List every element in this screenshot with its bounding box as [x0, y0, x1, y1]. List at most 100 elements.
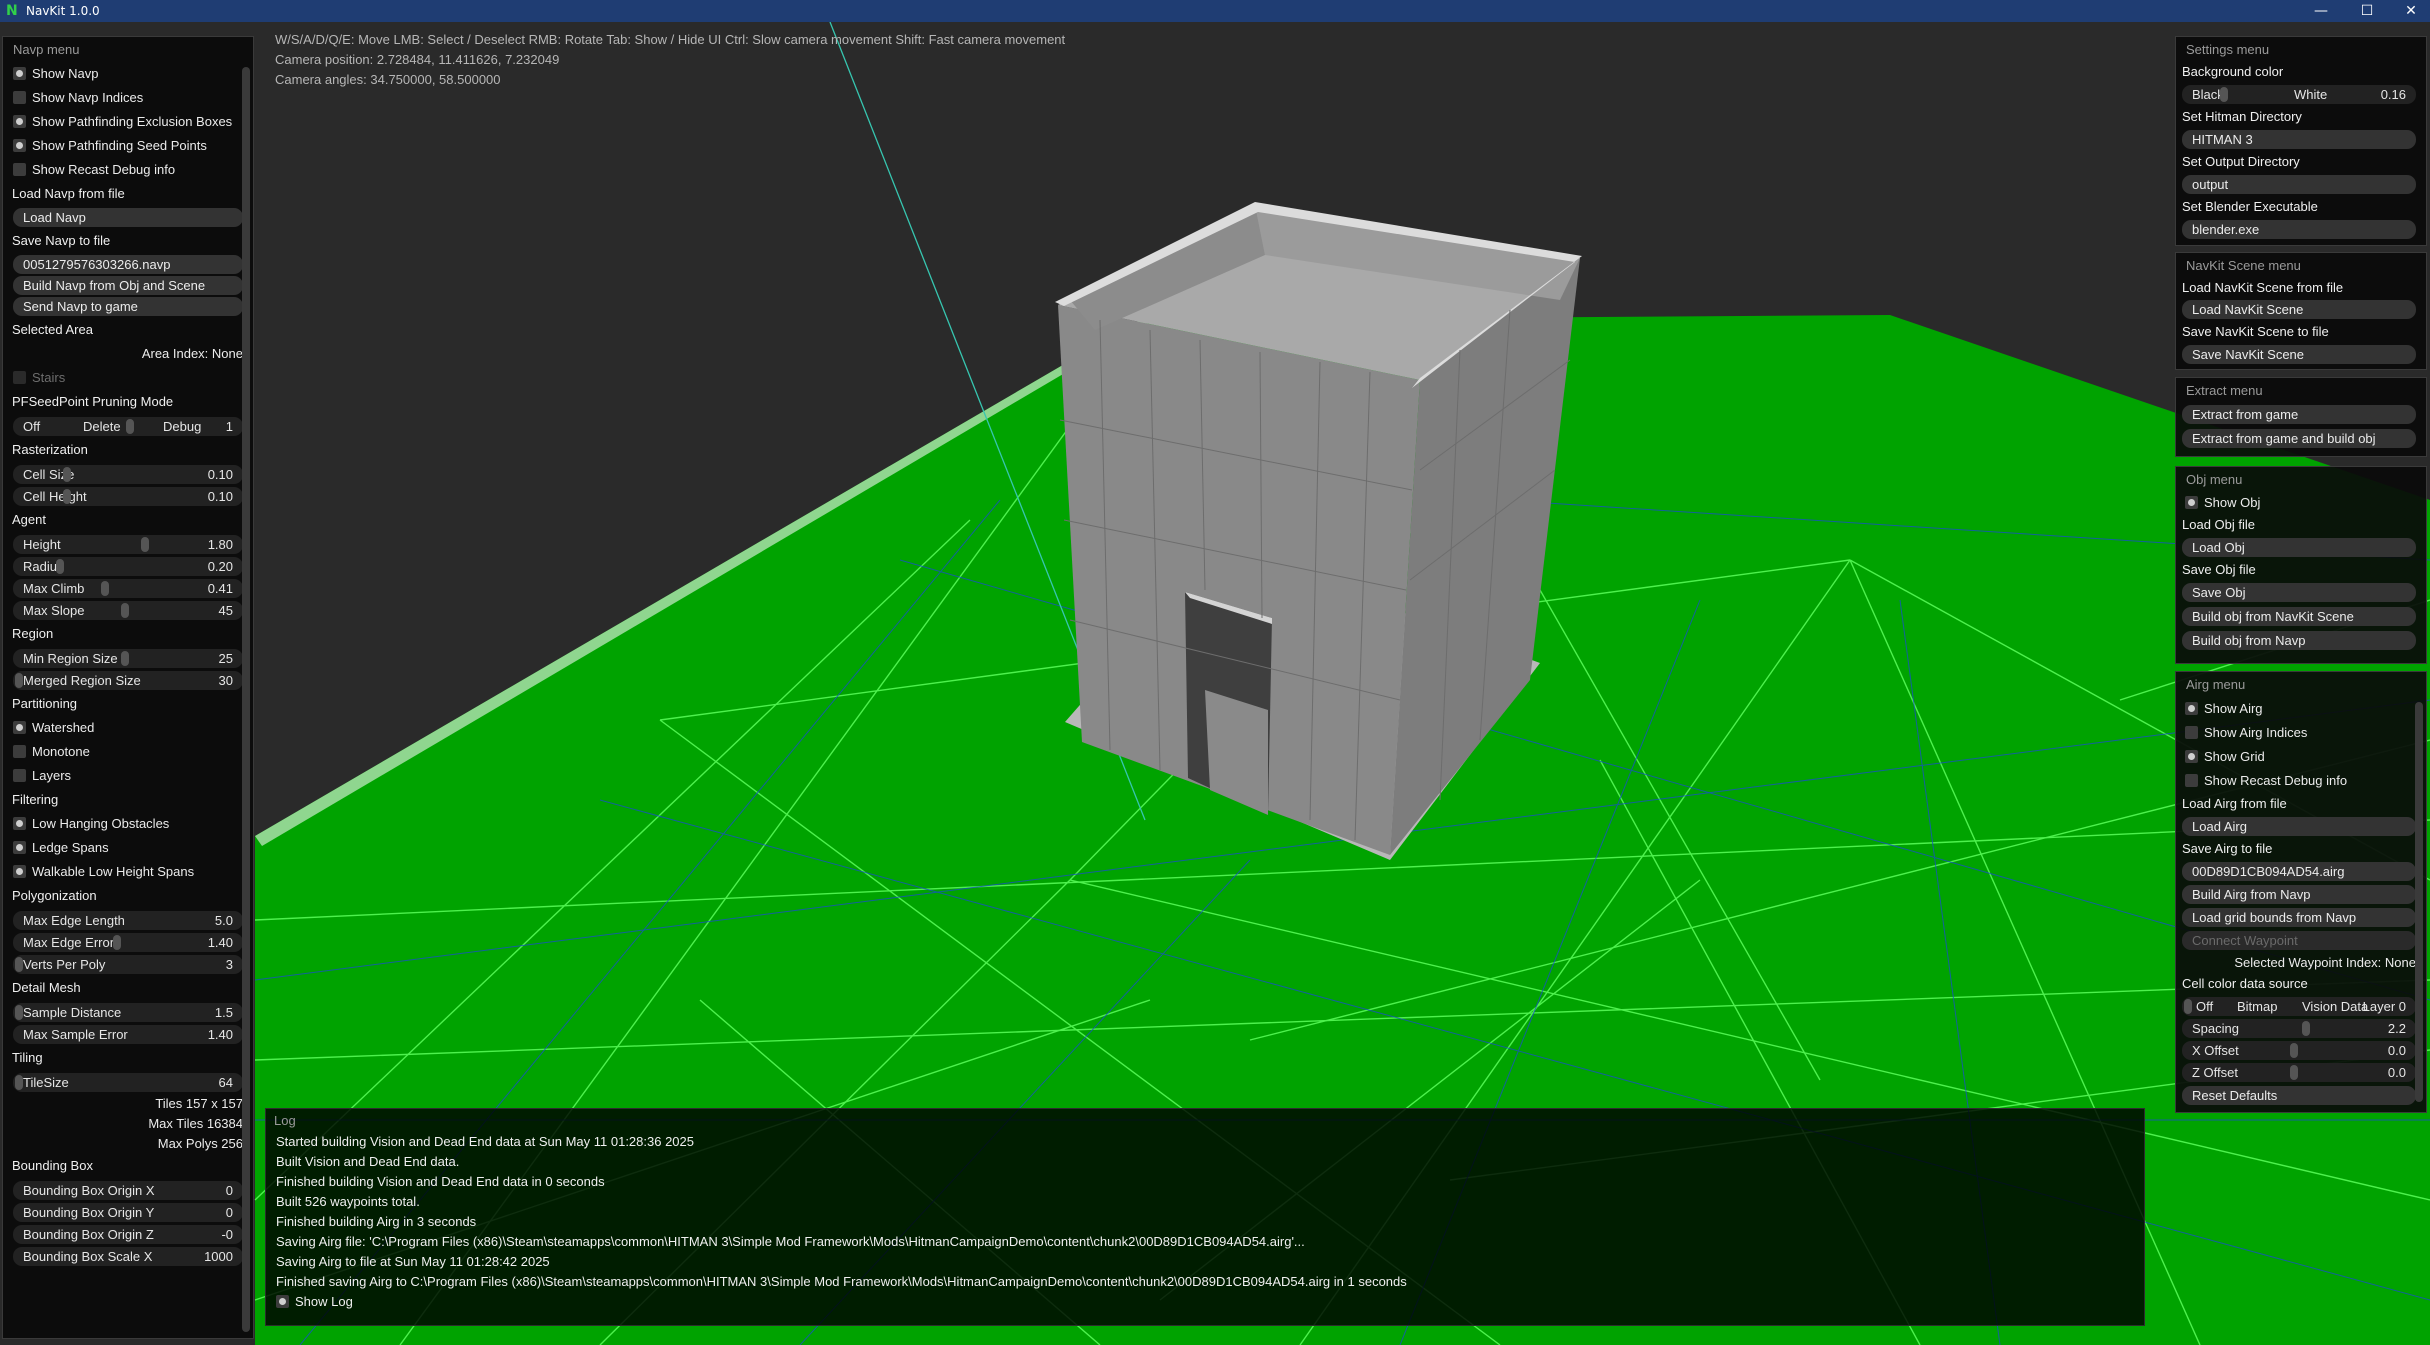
save-airg-file-button[interactable]: 00D89D1CB094AD54.airg [2182, 862, 2416, 881]
extract-build-button[interactable]: Extract from game and build obj [2182, 429, 2416, 448]
log-line: Saving Airg file: 'C:\Program Files (x86… [276, 1234, 1305, 1249]
agent-radius-slider[interactable]: Radius 0.20 [13, 557, 243, 576]
obj-menu-panel: Obj menu Show Obj Load Obj file Load Obj… [2175, 466, 2427, 664]
blender-button[interactable]: blender.exe [2182, 220, 2416, 239]
slider-knob[interactable] [2220, 87, 2228, 102]
checkbox-icon [13, 865, 26, 879]
output-dir-button[interactable]: output [2182, 175, 2416, 194]
max-climb-slider[interactable]: Max Climb 0.41 [13, 579, 243, 598]
window-title: NavKit 1.0.0 [26, 4, 100, 18]
agent-height-slider[interactable]: Height 1.80 [13, 535, 243, 554]
bb-origin-y-slider[interactable]: Bounding Box Origin Y0 [13, 1203, 243, 1222]
connect-waypoint-button[interactable]: Connect Waypoint [2182, 931, 2416, 950]
load-airg-button[interactable]: Load Airg [2182, 817, 2416, 836]
max-sample-error-slider[interactable]: Max Sample Error 1.40 [13, 1025, 243, 1044]
load-scene-button[interactable]: Load NavKit Scene [2182, 300, 2416, 319]
maximize-button[interactable]: ☐ [2344, 0, 2390, 22]
cell-size-slider[interactable]: Cell Size 0.10 [13, 465, 243, 484]
show-recast-debug-checkbox[interactable]: Show Recast Debug info [3, 158, 253, 182]
show-navp-checkbox[interactable]: Show Navp [3, 62, 253, 86]
bb-origin-z-slider[interactable]: Bounding Box Origin Z -0 [13, 1225, 243, 1244]
build-airg-button[interactable]: Build Airg from Navp [2182, 885, 2416, 904]
show-grid-checkbox[interactable]: Show Grid [2176, 745, 2426, 769]
slider-knob[interactable] [126, 419, 134, 434]
selected-area-label: Selected Area [12, 322, 93, 337]
slider-knob[interactable] [2290, 1043, 2298, 1058]
show-navp-indices-checkbox[interactable]: Show Navp Indices [3, 86, 253, 110]
show-log-checkbox[interactable]: Show Log [266, 1292, 2144, 1312]
tile-size-slider[interactable]: TileSize 64 [13, 1073, 243, 1092]
show-seed-points-checkbox[interactable]: Show Pathfinding Seed Points [3, 134, 253, 158]
airg-menu-panel: Airg menu Show Airg Show Airg Indices Sh… [2175, 671, 2427, 1113]
bb-scale-x-slider[interactable]: Bounding Box Scale X 1000 [13, 1247, 243, 1266]
save-airg-label: Save Airg to file [2182, 841, 2273, 856]
slider-knob[interactable] [15, 957, 23, 972]
sample-distance-slider[interactable]: Sample Distance 1.5 [13, 1003, 243, 1022]
slider-knob[interactable] [101, 581, 109, 596]
z-offset-slider[interactable]: Z Offset 0.0 [2182, 1063, 2416, 1082]
monotone-radio[interactable]: Monotone [3, 740, 253, 764]
save-obj-button[interactable]: Save Obj [2182, 583, 2416, 602]
hitman-dir-button[interactable]: HITMAN 3 [2182, 130, 2416, 149]
slider-knob[interactable] [63, 467, 71, 482]
extract-button[interactable]: Extract from game [2182, 405, 2416, 424]
spacing-slider[interactable]: Spacing 2.2 [2182, 1019, 2416, 1038]
slider-knob[interactable] [121, 651, 129, 666]
slider-knob[interactable] [121, 603, 129, 618]
watershed-radio[interactable]: Watershed [3, 716, 253, 740]
slider-knob[interactable] [141, 537, 149, 552]
slider-knob[interactable] [15, 1005, 23, 1020]
show-exclusion-boxes-checkbox[interactable]: Show Pathfinding Exclusion Boxes [3, 110, 253, 134]
show-airg-indices-checkbox[interactable]: Show Airg Indices [2176, 721, 2426, 745]
show-airg-recast-checkbox[interactable]: Show Recast Debug info [2176, 769, 2426, 793]
pruning-mode-slider[interactable]: Off Delete Debug 1 [13, 417, 243, 436]
low-hanging-checkbox[interactable]: Low Hanging Obstacles [3, 812, 253, 836]
merged-region-size-slider[interactable]: Merged Region Size 30 [13, 671, 243, 690]
controls-help-text: W/S/A/D/Q/E: Move LMB: Select / Deselect… [275, 32, 1066, 47]
walkable-low-checkbox[interactable]: Walkable Low Height Spans [3, 860, 253, 884]
build-obj-navp-button[interactable]: Build obj from Navp [2182, 631, 2416, 650]
close-button[interactable]: ✕ [2388, 0, 2430, 22]
slider-knob[interactable] [113, 935, 121, 950]
save-scene-button[interactable]: Save NavKit Scene [2182, 345, 2416, 364]
save-navp-file-button[interactable]: 0051279576303266.navp [13, 255, 243, 274]
obj-menu-title: Obj menu [2186, 472, 2243, 487]
stairs-checkbox[interactable]: Stairs [3, 366, 253, 390]
bb-origin-x-slider[interactable]: Bounding Box Origin X0 [13, 1181, 243, 1200]
airg-scrollbar[interactable] [2415, 702, 2423, 1102]
navp-scrollbar[interactable] [242, 67, 250, 1332]
slider-knob[interactable] [2290, 1065, 2298, 1080]
load-navp-button[interactable]: Load Navp [13, 208, 243, 227]
x-offset-slider[interactable]: X Offset 0.0 [2182, 1041, 2416, 1060]
load-obj-button[interactable]: Load Obj [2182, 538, 2416, 557]
max-edge-error-slider[interactable]: Max Edge Error 1.40 [13, 933, 243, 952]
checkbox-icon [13, 115, 26, 129]
bg-color-slider[interactable]: Black White 0.16 [2182, 85, 2416, 104]
layers-radio[interactable]: Layers [3, 764, 253, 788]
radio-icon [13, 721, 26, 735]
ledge-spans-checkbox[interactable]: Ledge Spans [3, 836, 253, 860]
checkbox-icon [13, 841, 26, 855]
min-region-size-slider[interactable]: Min Region Size 25 [13, 649, 243, 668]
build-obj-scene-button[interactable]: Build obj from NavKit Scene [2182, 607, 2416, 626]
slider-knob[interactable] [56, 559, 64, 574]
load-grid-bounds-button[interactable]: Load grid bounds from Navp [2182, 908, 2416, 927]
slider-knob[interactable] [63, 489, 71, 504]
output-dir-label: Set Output Directory [2182, 154, 2300, 169]
verts-per-poly-slider[interactable]: Verts Per Poly 3 [13, 955, 243, 974]
slider-knob[interactable] [2184, 999, 2192, 1014]
minimize-button[interactable]: — [2298, 0, 2344, 22]
show-obj-checkbox[interactable]: Show Obj [2176, 492, 2426, 514]
slider-knob[interactable] [15, 673, 23, 688]
max-edge-length-slider[interactable]: Max Edge Length 5.0 [13, 911, 243, 930]
cell-height-slider[interactable]: Cell Height 0.10 [13, 487, 243, 506]
send-navp-button[interactable]: Send Navp to game [13, 297, 243, 316]
cell-color-slider[interactable]: Off Bitmap Vision Data Layer 0 [2182, 997, 2416, 1016]
detail-mesh-label: Detail Mesh [12, 980, 81, 995]
slider-knob[interactable] [15, 1075, 23, 1090]
reset-defaults-button[interactable]: Reset Defaults [2182, 1086, 2416, 1105]
build-navp-button[interactable]: Build Navp from Obj and Scene [13, 276, 243, 295]
slider-knob[interactable] [2302, 1021, 2310, 1036]
show-airg-checkbox[interactable]: Show Airg [2176, 697, 2426, 721]
max-slope-slider[interactable]: Max Slope 45 [13, 601, 243, 620]
